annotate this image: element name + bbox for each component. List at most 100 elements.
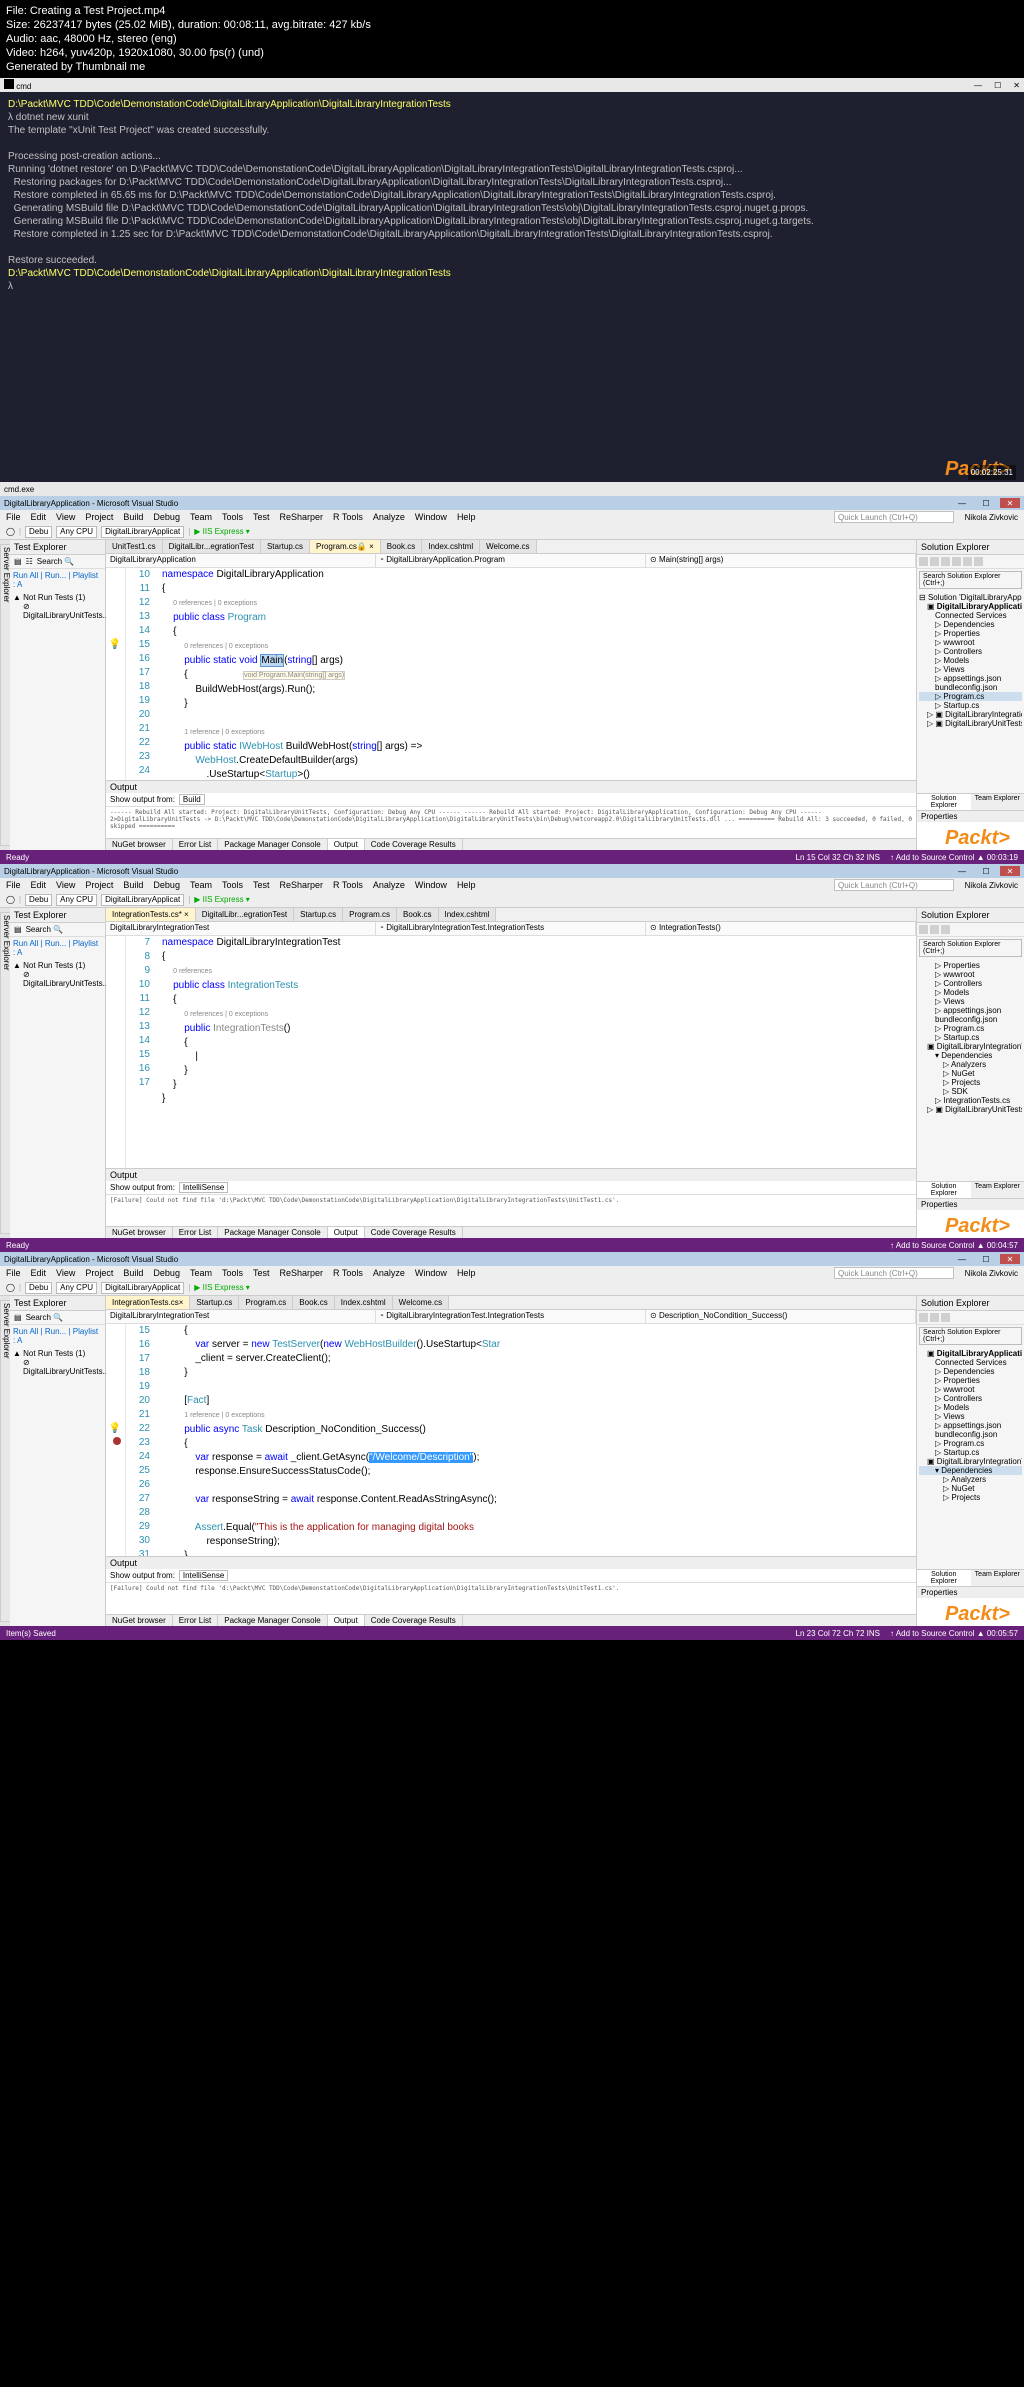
tree-project[interactable]: ▷ ▣ DigitalLibraryIntegrationTest [919,710,1022,719]
project-combo[interactable]: DigitalLibraryApplicat [101,1282,184,1294]
te-run-links[interactable]: Run All | Run... | Playlist : A [10,937,105,959]
minimize-button[interactable]: — [952,498,972,508]
tab-book[interactable]: Book.cs [293,1296,334,1309]
filter-icon[interactable]: ▤ [14,925,22,934]
tree-item[interactable]: ▷ Dependencies [919,620,1022,629]
tree-item[interactable]: ▷ Properties [919,1376,1022,1385]
tab-book[interactable]: Book.cs [381,540,422,553]
menu-analyze[interactable]: Analyze [373,512,405,522]
output-text[interactable]: [Failure] Could not find file 'd:\Packt\… [106,1583,916,1614]
tab-coverage[interactable]: Code Coverage Results [365,1615,463,1626]
tab-integrationtests[interactable]: IntegrationTests.cs* × [106,908,196,921]
te-test-item[interactable]: ⊘ DigitalLibraryUnitTests... [13,602,102,620]
te-group[interactable]: ▲ Not Run Tests (1) [13,593,102,602]
tab-coverage[interactable]: Code Coverage Results [365,1227,463,1238]
vs-titlebar[interactable]: DigitalLibraryApplication - Microsoft Vi… [0,496,1024,510]
menu-file[interactable]: File [6,1268,21,1278]
te-test-item[interactable]: ⊘ DigitalLibraryUnitTests... [13,970,102,988]
close-button[interactable]: ✕ [1000,1254,1020,1264]
tree-item[interactable]: ▷ Startup.cs [919,701,1022,710]
menu-file[interactable]: File [6,512,21,522]
vs-titlebar[interactable]: DigitalLibraryApplication - Microsoft Vi… [0,1252,1024,1266]
menu-project[interactable]: Project [85,512,113,522]
tree-item[interactable]: ▷ Properties [919,961,1022,970]
menu-build[interactable]: Build [123,880,143,890]
maximize-button[interactable]: ☐ [976,1254,996,1264]
properties-icon[interactable] [974,557,983,566]
tab-pmc[interactable]: Package Manager Console [218,839,328,850]
te-group[interactable]: ▲ Not Run Tests (1) [13,961,102,970]
menu-build[interactable]: Build [123,1268,143,1278]
menu-view[interactable]: View [56,880,75,890]
tree-item[interactable]: Connected Services [919,1358,1022,1367]
nav-method[interactable]: ⊙ Main(string[] args) [646,554,916,567]
tree-item[interactable]: bundleconfig.json [919,1015,1022,1024]
menu-team[interactable]: Team [190,880,212,890]
tree-project[interactable]: ▣ DigitalLibraryApplication [919,1349,1022,1358]
nav-project[interactable]: DigitalLibraryIntegrationTest [106,922,376,935]
menu-resharper[interactable]: ReSharper [280,512,324,522]
tree-item[interactable]: ▷ appsettings.json [919,1421,1022,1430]
platform-combo[interactable]: Any CPU [56,894,97,906]
menu-debug[interactable]: Debug [153,880,180,890]
tree-item[interactable]: ▷ Models [919,1403,1022,1412]
home-icon[interactable] [919,557,928,566]
output-source-combo[interactable]: IntelliSense [179,1570,228,1581]
team-tab[interactable]: Team Explorer [971,793,1024,810]
code-editor[interactable]: 💡 1516171819202122232425262728293031 { v… [106,1324,916,1556]
tree-item[interactable]: ▷ Startup.cs [919,1033,1022,1042]
tree-item[interactable]: ▷ Projects [919,1078,1022,1087]
tree-project[interactable]: ▷ ▣ DigitalLibraryUnitTests [919,719,1022,728]
menu-window[interactable]: Window [415,1268,447,1278]
tab-integrationtests[interactable]: IntegrationTests.cs × [106,1296,190,1309]
tree-item[interactable]: ▷ IntegrationTests.cs [919,1096,1022,1105]
quick-launch-input[interactable]: Quick Launch (Ctrl+Q) [834,879,954,891]
menu-analyze[interactable]: Analyze [373,880,405,890]
sol-search-input[interactable]: Search Solution Explorer (Ctrl+;) [919,1327,1022,1345]
tree-item[interactable]: ▷ Program.cs [919,1439,1022,1448]
menu-rtools[interactable]: R Tools [333,1268,363,1278]
te-test-item[interactable]: ⊘ DigitalLibraryUnitTests... [13,1358,102,1376]
sol-search-input[interactable]: Search Solution Explorer (Ctrl+;) [919,939,1022,957]
config-combo[interactable]: Debu [25,894,52,906]
user-name[interactable]: Nikola Zivkovic [965,1269,1018,1278]
nav-class[interactable]: ⁃ DigitalLibraryIntegrationTest.Integrat… [376,922,646,935]
code-text[interactable]: namespace DigitalLibraryApplication { 0 … [156,568,916,780]
tab-integration[interactable]: DigitalLibr...egrationTest [163,540,261,553]
tree-item[interactable]: ▷ NuGet [919,1484,1022,1493]
tab-pmc[interactable]: Package Manager Console [218,1615,328,1626]
status-source-control[interactable]: ↑ Add to Source Control ▲ 00:05:57 [890,1629,1018,1638]
menu-team[interactable]: Team [190,1268,212,1278]
cmd-titlebar[interactable]: cmd — ☐ ✕ [0,78,1024,92]
back-icon[interactable]: ◯ [6,527,15,536]
menu-resharper[interactable]: ReSharper [280,1268,324,1278]
tree-item[interactable]: ▷ Views [919,997,1022,1006]
menu-tools[interactable]: Tools [222,512,243,522]
menu-help[interactable]: Help [457,880,476,890]
tree-item[interactable]: ▷ wwwroot [919,638,1022,647]
tab-startup[interactable]: Startup.cs [261,540,310,553]
output-source-combo[interactable]: IntelliSense [179,1182,228,1193]
refresh-icon[interactable] [941,557,950,566]
tree-item-selected[interactable]: ▷ Program.cs [919,692,1022,701]
tree-item[interactable]: bundleconfig.json [919,683,1022,692]
tree-item[interactable]: ▷ Controllers [919,1394,1022,1403]
tree-item-selected[interactable]: ▾ Dependencies [919,1466,1022,1475]
tab-errorlist[interactable]: Error List [173,1615,218,1626]
minimize-icon[interactable]: — [974,81,982,90]
config-combo[interactable]: Debu [25,1282,52,1294]
platform-combo[interactable]: Any CPU [56,526,97,538]
tree-item[interactable]: bundleconfig.json [919,1430,1022,1439]
tab-integration[interactable]: DigitalLibr...egrationTest [196,908,294,921]
tree-item[interactable]: ▷ Startup.cs [919,1448,1022,1457]
tab-output[interactable]: Output [328,1615,365,1626]
tree-project[interactable]: ▷ ▣ DigitalLibraryUnitTests [919,1105,1022,1114]
run-button[interactable]: ▶ IIS Express ▾ [194,1283,250,1292]
tree-project[interactable]: ▣ DigitalLibraryApplication [919,602,1022,611]
tab-index[interactable]: Index.cshtml [335,1296,393,1309]
code-editor[interactable]: 7891011121314151617 namespace DigitalLib… [106,936,916,1168]
vs-titlebar[interactable]: DigitalLibraryApplication - Microsoft Vi… [0,864,1024,878]
tree-item[interactable]: ▷ SDK [919,1087,1022,1096]
tab-startup[interactable]: Startup.cs [190,1296,239,1309]
team-tab[interactable]: Team Explorer [971,1181,1024,1198]
